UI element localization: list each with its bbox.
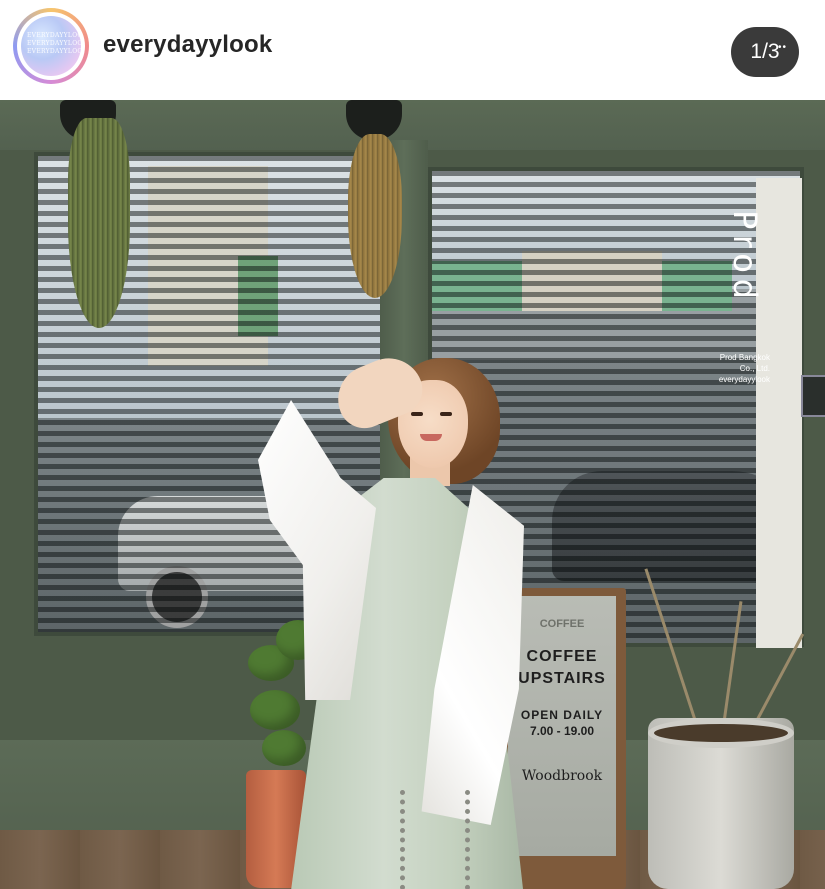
username-link[interactable]: everydayylook <box>103 31 272 59</box>
post-photo[interactable]: Prod Prod Bangkok Co., Ltd. everydayyloo… <box>0 100 825 889</box>
person-eye <box>411 412 423 416</box>
more-options-icon[interactable]: •• <box>778 42 787 53</box>
person-eye <box>440 412 452 416</box>
hanging-plant-green <box>68 118 130 328</box>
signboard-upstairs: UPSTAIRS <box>518 670 606 687</box>
carousel-counter: 1/3 <box>731 27 799 77</box>
instagram-post: EVERYDAYYLOOK EVERYDAYYLOOK EVERYDAYYLOO… <box>0 0 825 889</box>
fiddle-leaf <box>262 730 306 766</box>
prod-small-text: Prod Bangkok Co., Ltd. everydayylook <box>718 353 770 384</box>
avatar-image: EVERYDAYYLOOK EVERYDAYYLOOK EVERYDAYYLOO… <box>21 16 81 76</box>
story-ring[interactable]: EVERYDAYYLOOK EVERYDAYYLOOK EVERYDAYYLOO… <box>13 8 89 84</box>
signboard-hours: 7.00 - 19.00 <box>529 724 595 738</box>
fiddle-leaf <box>250 690 300 730</box>
signboard-coffee: COFFEE <box>526 648 598 665</box>
planter-rim <box>648 718 794 748</box>
bag-strap <box>400 790 470 889</box>
signboard-panel: COFFEE COFFEE UPSTAIRS OPEN DAILY 7.00 -… <box>508 596 616 856</box>
wall-intercom <box>801 375 825 417</box>
prod-sign: Prod <box>726 210 764 306</box>
person-smile <box>420 434 442 441</box>
signboard-faded-text: COFFEE <box>539 618 585 630</box>
post-header: EVERYDAYYLOOK EVERYDAYYLOOK EVERYDAYYLOO… <box>0 0 825 100</box>
signboard-open-daily: OPEN DAILY <box>520 708 604 722</box>
avatar-logo-text: EVERYDAYYLOOK EVERYDAYYLOOK EVERYDAYYLOO… <box>27 32 81 55</box>
avatar[interactable]: EVERYDAYYLOOK EVERYDAYYLOOK EVERYDAYYLOO… <box>17 12 85 80</box>
hanging-plant-dried <box>348 134 402 298</box>
signboard-brand: Woodbrook <box>521 768 603 784</box>
